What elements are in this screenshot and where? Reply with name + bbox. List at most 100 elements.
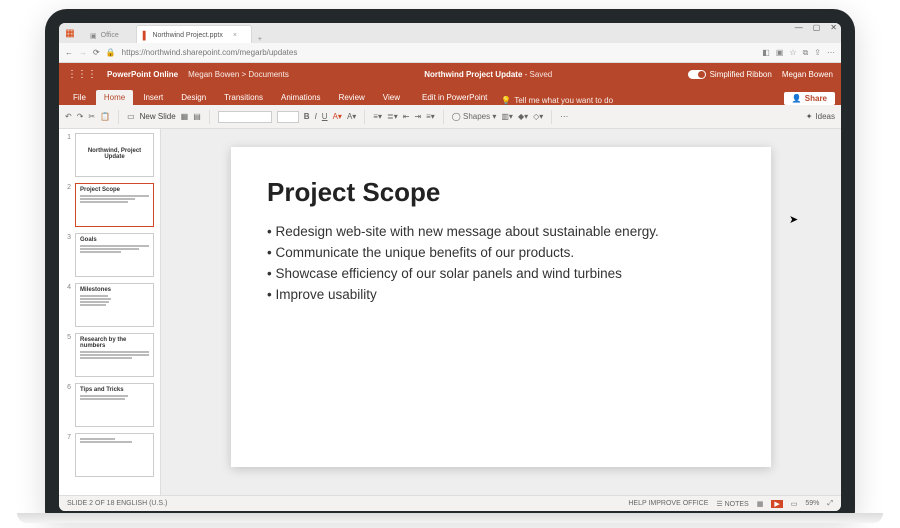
menu-insert[interactable]: Insert bbox=[135, 90, 171, 105]
underline-icon[interactable]: U bbox=[322, 112, 328, 121]
nav-refresh-icon[interactable]: ⟳ bbox=[93, 48, 100, 57]
ideas-button[interactable]: ✦ Ideas bbox=[806, 112, 835, 121]
slide-canvas[interactable]: Project Scope Redesign web-site with new… bbox=[161, 129, 841, 495]
new-slide-button[interactable]: New Slide bbox=[140, 112, 176, 121]
arrange-icon[interactable]: ▥▾ bbox=[501, 112, 513, 121]
slide-thumbnail-6[interactable]: Tips and Tricks bbox=[75, 383, 154, 427]
layout-icon[interactable]: ▦ bbox=[181, 112, 189, 121]
slide-body[interactable]: Redesign web-site with new message about… bbox=[267, 222, 735, 306]
thumb-number: 3 bbox=[65, 233, 71, 277]
bullets-icon[interactable]: ≡▾ bbox=[373, 112, 382, 121]
breadcrumb[interactable]: Megan Bowen > Documents bbox=[188, 70, 289, 79]
slide-title[interactable]: Project Scope bbox=[267, 177, 735, 208]
share-button[interactable]: 👤Share bbox=[784, 92, 835, 105]
favorite-icon[interactable]: ☆ bbox=[789, 48, 796, 58]
extension-icon[interactable]: ▣ bbox=[776, 48, 784, 58]
share-icon: 👤 bbox=[792, 94, 802, 103]
font-size-input[interactable] bbox=[277, 111, 299, 123]
url-field[interactable]: https://northwind.sharepoint.com/megarb/… bbox=[122, 48, 757, 57]
indent-decrease-icon[interactable]: ⇤ bbox=[403, 112, 410, 121]
cut-icon[interactable]: ✂ bbox=[88, 112, 95, 121]
user-name[interactable]: Megan Bowen bbox=[782, 70, 833, 79]
app-titlebar: ⋮⋮⋮ PowerPoint Online Megan Bowen > Docu… bbox=[59, 63, 841, 85]
tab-label: Office bbox=[101, 32, 119, 39]
hide-slide-icon[interactable]: ▤ bbox=[193, 112, 201, 121]
document-title[interactable]: Northwind Project Update bbox=[424, 70, 522, 79]
more-icon[interactable]: ⋯ bbox=[827, 48, 835, 58]
simplified-ribbon-toggle[interactable]: Simplified Ribbon bbox=[688, 70, 772, 79]
thumb-number: 2 bbox=[65, 183, 71, 227]
highlight-icon[interactable]: A▾ bbox=[347, 112, 356, 121]
cursor-icon: ➤ bbox=[789, 213, 798, 226]
paste-icon[interactable]: 📋 bbox=[100, 112, 110, 121]
menu-animations[interactable]: Animations bbox=[273, 90, 329, 105]
slide-thumbnail-5[interactable]: Research by the numbers bbox=[75, 333, 154, 377]
menu-view[interactable]: View bbox=[375, 90, 408, 105]
view-reading-icon[interactable]: ▭ bbox=[791, 500, 798, 508]
window-close[interactable]: ✕ bbox=[830, 23, 837, 32]
share-label: Share bbox=[805, 94, 827, 103]
slide-thumbnail-7[interactable] bbox=[75, 433, 154, 477]
menu-file[interactable]: File bbox=[65, 90, 94, 105]
thumb-title: Northwind, Project Update bbox=[80, 148, 149, 160]
tell-me-search[interactable]: 💡Tell me what you want to do bbox=[501, 96, 613, 105]
bold-icon[interactable]: B bbox=[304, 112, 310, 121]
slide-thumbnail-panel[interactable]: 1 Northwind, Project Update 2Project Scop… bbox=[59, 129, 161, 495]
undo-icon[interactable]: ↶ bbox=[65, 112, 72, 121]
app-brand: PowerPoint Online bbox=[107, 70, 178, 79]
current-slide[interactable]: Project Scope Redesign web-site with new… bbox=[231, 147, 771, 467]
nav-back-icon[interactable]: ← bbox=[65, 48, 73, 57]
thumb-title: Research by the numbers bbox=[80, 337, 149, 349]
slide-thumbnail-1[interactable]: Northwind, Project Update bbox=[75, 133, 154, 177]
slide-thumbnail-4[interactable]: Milestones bbox=[75, 283, 154, 327]
bullet-item: Showcase efficiency of our solar panels … bbox=[267, 264, 735, 285]
edit-in-powerpoint[interactable]: Edit in PowerPoint bbox=[414, 90, 495, 105]
share-icon[interactable]: ⇪ bbox=[814, 48, 821, 58]
office-launcher-icon[interactable]: ▦ bbox=[59, 23, 81, 43]
indent-increase-icon[interactable]: ⇥ bbox=[414, 112, 421, 121]
shape-fill-icon[interactable]: ◆▾ bbox=[518, 112, 528, 121]
notes-button[interactable]: ☰ NOTES bbox=[716, 500, 748, 508]
align-icon[interactable]: ≡▾ bbox=[426, 112, 435, 121]
shapes-button[interactable]: ◯ Shapes ▾ bbox=[452, 112, 497, 121]
font-color-icon[interactable]: A▾ bbox=[333, 112, 342, 121]
window-maximize[interactable]: ▢ bbox=[813, 23, 821, 32]
new-slide-icon: ▭ bbox=[127, 112, 135, 121]
status-bar: SLIDE 2 OF 18 ENGLISH (U.S.) HELP IMPROV… bbox=[59, 495, 841, 511]
browser-tab-office[interactable]: ▣ Office bbox=[83, 25, 134, 43]
thumb-title: Milestones bbox=[80, 287, 149, 293]
new-tab-button[interactable]: + bbox=[252, 36, 268, 43]
zoom-level[interactable]: 59% bbox=[805, 500, 819, 507]
thumb-number: 6 bbox=[65, 383, 71, 427]
help-improve-link[interactable]: HELP IMPROVE OFFICE bbox=[628, 500, 708, 507]
shapes-label: Shapes bbox=[463, 112, 490, 121]
lock-icon: 🔒 bbox=[106, 48, 116, 57]
more-options-icon[interactable]: ⋯ bbox=[560, 112, 568, 121]
menu-home[interactable]: Home bbox=[96, 90, 133, 105]
menu-review[interactable]: Review bbox=[331, 90, 373, 105]
menu-transitions[interactable]: Transitions bbox=[216, 90, 271, 105]
view-normal-icon[interactable]: ▦ bbox=[757, 500, 764, 508]
redo-icon[interactable]: ↷ bbox=[77, 112, 84, 121]
menu-design[interactable]: Design bbox=[173, 90, 214, 105]
slide-thumbnail-2[interactable]: Project Scope bbox=[75, 183, 154, 227]
nav-forward-icon[interactable]: → bbox=[79, 48, 87, 57]
ribbon: ↶ ↷ ✂ 📋 ▭ New Slide ▦ ▤ B I U A▾ A▾ ≡▾ ≣… bbox=[59, 105, 841, 129]
slide-thumbnail-3[interactable]: Goals bbox=[75, 233, 154, 277]
italic-icon[interactable]: I bbox=[315, 112, 317, 121]
fit-to-window-icon[interactable]: ⤢ bbox=[827, 500, 833, 508]
view-slideshow-icon[interactable]: ▶ bbox=[771, 500, 782, 508]
app-launcher-icon[interactable]: ⋮⋮⋮ bbox=[67, 69, 97, 80]
extension-icon[interactable]: ◧ bbox=[762, 48, 770, 58]
thumb-number: 1 bbox=[65, 133, 71, 177]
window-minimize[interactable]: — bbox=[795, 23, 803, 32]
numbering-icon[interactable]: ≣▾ bbox=[387, 112, 398, 121]
thumb-title: Tips and Tricks bbox=[80, 387, 149, 393]
browser-tab-document[interactable]: ▌ Northwind Project.pptx × bbox=[136, 25, 252, 43]
menu-bar: File Home Insert Design Transitions Anim… bbox=[59, 85, 841, 105]
tab-close-icon[interactable]: × bbox=[233, 32, 237, 39]
reading-icon[interactable]: ⧉ bbox=[803, 48, 809, 58]
shape-outline-icon[interactable]: ◇▾ bbox=[533, 112, 543, 121]
bullet-item: Redesign web-site with new message about… bbox=[267, 222, 735, 243]
font-name-input[interactable] bbox=[218, 111, 272, 123]
